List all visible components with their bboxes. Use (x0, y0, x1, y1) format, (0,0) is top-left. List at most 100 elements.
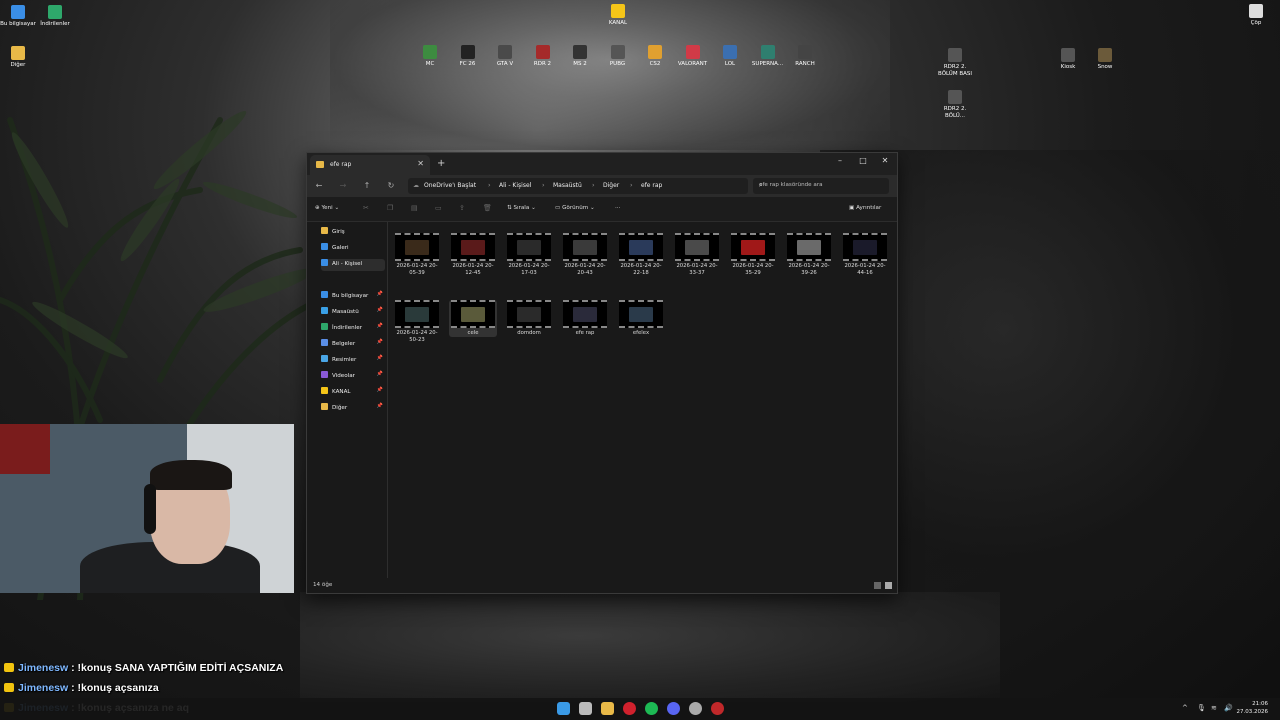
sidebar-item[interactable]: Masaüstü 📌 (321, 307, 385, 319)
game-icon (798, 45, 812, 59)
desktop-icon-game[interactable]: RDR 2 (523, 45, 563, 68)
view-button[interactable]: ▭ Görünüm ⌄ (555, 205, 595, 211)
breadcrumb[interactable]: ☁ OneDrive'ı Başlat › Ali - Kişisel › Ma… (408, 178, 748, 194)
forward-button[interactable]: → (335, 181, 351, 190)
back-button[interactable]: ← (311, 181, 327, 190)
desktop-icon-this-pc[interactable]: Bu bilgisayar (0, 5, 38, 28)
sidebar-item[interactable]: Galeri (321, 243, 385, 255)
address-bar: ← → ↑ ↻ ☁ OneDrive'ı Başlat › Ali - Kişi… (307, 175, 897, 197)
up-button[interactable]: ↑ (359, 181, 375, 190)
desktop-icon-game[interactable]: GTA V (485, 45, 525, 68)
desktop-icon-game[interactable]: VALORANT (673, 45, 713, 68)
desktop-icon-kiosk[interactable]: Kiosk (1048, 48, 1088, 71)
desktop-icon-rdr2-bolu[interactable]: RDR2 2. BÖLÜ... (935, 90, 975, 120)
sidebar-item[interactable]: Belgeler 📌 (321, 339, 385, 351)
breadcrumb-diger[interactable]: Diğer (603, 182, 619, 189)
wifi-icon[interactable]: ≋ (1211, 704, 1217, 712)
file-item[interactable]: 2026-01-24 20-33-37 (673, 233, 721, 277)
game-label: MC (425, 61, 435, 67)
sidebar-item-icon (321, 307, 328, 314)
sidebar-item[interactable]: Diğer 📌 (321, 403, 385, 415)
file-item[interactable]: cele (449, 300, 497, 337)
details-view-icon[interactable] (874, 582, 881, 589)
tiles-view-icon[interactable] (885, 582, 892, 589)
pin-icon: 📌 (376, 387, 383, 393)
chat-text: : !konuş SANA YAPTIĞIM EDİTİ AÇSANIZA (71, 662, 284, 674)
breadcrumb-masaustu[interactable]: Masaüstü (553, 182, 582, 189)
tray-chevron-icon[interactable]: ^ (1182, 704, 1188, 712)
breadcrumb-ali[interactable]: Ali - Kişisel (499, 182, 531, 189)
desktop-icon-kanal[interactable]: KANAL (598, 4, 638, 27)
close-button[interactable]: ✕ (874, 156, 896, 165)
clock[interactable]: 21:06 27.03.2026 (1237, 700, 1269, 716)
minimize-button[interactable]: – (829, 156, 851, 165)
game-icon (648, 45, 662, 59)
desktop-icon-game[interactable]: MC (410, 45, 450, 68)
microphone-icon[interactable]: 🎙 (1197, 704, 1206, 712)
desktop-icon-game[interactable]: SUPERNA... (748, 45, 788, 68)
file-item[interactable]: 2026-01-24 20-05-39 (393, 233, 441, 277)
desktop-icon-game[interactable]: CS2 (635, 45, 675, 68)
search-input[interactable]: efe rap klasöründe ara ⌕ (753, 178, 889, 194)
file-explorer-window[interactable]: efe rap ✕ + – □ ✕ ← → ↑ ↻ ☁ OneDrive'ı B… (306, 152, 898, 594)
file-item[interactable]: 2026-01-24 20-20-43 (561, 233, 609, 277)
spotify-icon[interactable] (645, 702, 658, 715)
game-icon (573, 45, 587, 59)
pin-icon: 📌 (376, 291, 383, 297)
file-item[interactable]: 2026-01-24 20-35-29 (729, 233, 777, 277)
file-item[interactable]: efe rap (561, 300, 609, 337)
new-button[interactable]: ⊕ Yeni ⌄ (315, 205, 339, 211)
volume-icon[interactable]: 🔊 (1224, 704, 1233, 712)
file-item[interactable]: 2026-01-24 20-17-03 (505, 233, 553, 277)
file-item[interactable]: 2026-01-24 20-12-45 (449, 233, 497, 277)
game-label: LOL (724, 61, 736, 67)
sidebar-item[interactable]: Videolar 📌 (321, 371, 385, 383)
maximize-button[interactable]: □ (852, 156, 874, 165)
new-tab-button[interactable]: + (437, 158, 445, 169)
desktop-icon-diger[interactable]: Diğer (0, 46, 38, 69)
pin-icon: 📌 (376, 323, 383, 329)
file-item[interactable]: 2026-01-24 20-39-26 (785, 233, 833, 277)
desktop-icon-game[interactable]: MS 2 (560, 45, 600, 68)
breadcrumb-efe-rap[interactable]: efe rap (641, 182, 662, 189)
sidebar-item[interactable]: Bu bilgisayar 📌 (321, 291, 385, 303)
start-icon[interactable] (557, 702, 570, 715)
file-explorer-icon[interactable] (601, 702, 614, 715)
file-item[interactable]: 2026-01-24 20-50-23 (393, 300, 441, 344)
file-item[interactable]: domdom (505, 300, 553, 337)
thumbnail-image (405, 240, 429, 255)
obs-icon[interactable] (711, 702, 724, 715)
file-item[interactable]: 2026-01-24 20-22-18 (617, 233, 665, 277)
sidebar-item[interactable]: Giriş (321, 227, 385, 239)
sidebar-item-icon (321, 291, 328, 298)
desktop-icon-rdr2-bolum-basi[interactable]: RDR2 2. BÖLÜM BASI (935, 48, 975, 78)
desktop-icon-game[interactable]: RANCH (785, 45, 825, 68)
tab-efe-rap[interactable]: efe rap ✕ (310, 155, 430, 175)
steam-icon[interactable] (689, 702, 702, 715)
opera-icon[interactable] (623, 702, 636, 715)
sidebar-item[interactable]: İndirilenler 📌 (321, 323, 385, 335)
discord-icon[interactable] (667, 702, 680, 715)
desktop-icon-game[interactable]: FC 26 (448, 45, 488, 68)
sidebar-item[interactable]: Ali - Kişisel (321, 259, 385, 271)
title-bar[interactable]: efe rap ✕ + – □ ✕ (307, 153, 897, 175)
file-item[interactable]: 2026-01-24 20-44-16 (841, 233, 889, 277)
more-button[interactable]: ··· (615, 205, 620, 211)
refresh-button[interactable]: ↻ (383, 181, 399, 190)
details-button[interactable]: ▣ Ayrıntılar (849, 205, 881, 211)
file-item[interactable]: efelex (617, 300, 665, 337)
task-view-icon[interactable] (579, 702, 592, 715)
desktop-icon-downloads[interactable]: İndirilenler (35, 5, 75, 28)
sidebar-item[interactable]: KANAL 📌 (321, 387, 385, 399)
sidebar-item-label: Videolar (332, 373, 355, 379)
desktop-icon-recycle-bin[interactable]: Çöp (1236, 4, 1276, 27)
game-icon (723, 45, 737, 59)
desktop-icon-game[interactable]: LOL (710, 45, 750, 68)
sidebar-item[interactable]: Resimler 📌 (321, 355, 385, 367)
sort-button[interactable]: ⇅ Sırala ⌄ (507, 205, 536, 211)
desktop-icon-snow[interactable]: Snow (1085, 48, 1125, 71)
thumbnail-image (629, 240, 653, 255)
breadcrumb-onedrive[interactable]: OneDrive'ı Başlat (424, 182, 476, 189)
desktop-icon-game[interactable]: PUBG (598, 45, 638, 68)
close-tab-icon[interactable]: ✕ (417, 159, 424, 168)
